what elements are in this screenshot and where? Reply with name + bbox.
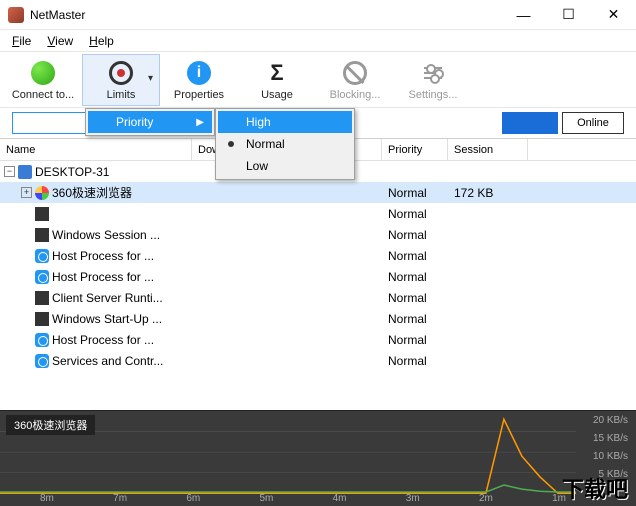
expand-icon[interactable]: + (21, 187, 32, 198)
table-row[interactable]: Local Security Aut...Normal (0, 371, 636, 373)
radio-dot-icon (228, 141, 234, 147)
context-menu-priority: High Normal Low (215, 108, 355, 180)
table-row[interactable]: +360极速浏览器 Normal172 KB (0, 182, 636, 203)
toolbar: Connect to... Limits ▾ i Properties Σ Us… (0, 52, 636, 108)
priority-value: Normal (382, 249, 448, 263)
window-controls: — ☐ ✕ (501, 0, 636, 30)
minimize-button[interactable]: — (501, 0, 546, 30)
table-row[interactable]: Host Process for ... Normal (0, 245, 636, 266)
chart-x-labels: 8m7m6m5m4m3m2m1m (40, 493, 566, 504)
menu-priority[interactable]: Priority ▶ (88, 111, 212, 133)
process-name: Host Process for ... (52, 249, 154, 263)
window-title: NetMaster (30, 8, 501, 22)
chart-y-labels: 20 KB/s15 KB/s10 KB/s5 KB/s (593, 415, 628, 487)
process-name: Windows Session ... (52, 228, 160, 242)
sigma-icon: Σ (270, 60, 283, 86)
titlebar: NetMaster — ☐ ✕ (0, 0, 636, 30)
process-icon (35, 186, 49, 200)
menubar: File View Help (0, 30, 636, 52)
process-icon (35, 291, 49, 305)
settings-icon (424, 67, 442, 79)
properties-button[interactable]: i Properties (160, 54, 238, 106)
blocking-icon (343, 61, 367, 85)
process-icon (35, 249, 49, 263)
blocking-button[interactable]: Blocking... (316, 54, 394, 106)
menu-high[interactable]: High (218, 111, 352, 133)
menu-low[interactable]: Low (218, 155, 352, 177)
process-name: Services and Contr... (52, 354, 163, 368)
collapse-icon[interactable]: − (4, 166, 15, 177)
close-button[interactable]: ✕ (591, 0, 636, 30)
computer-icon (18, 165, 32, 179)
process-icon (35, 354, 49, 368)
menu-view[interactable]: View (39, 32, 81, 50)
table-row[interactable]: Services and Contr... Normal (0, 350, 636, 371)
traffic-chart: 360极速浏览器 20 KB/s15 KB/s10 KB/s5 KB/s 8m7… (0, 410, 636, 506)
priority-value: Normal (382, 270, 448, 284)
limits-icon (109, 61, 133, 85)
priority-value: Normal (382, 186, 448, 200)
settings-button[interactable]: Settings... (394, 54, 472, 106)
table-body[interactable]: − DESKTOP-31 +360极速浏览器Normal172 KBNormal… (0, 161, 636, 373)
context-menu-limits: Priority ▶ (85, 108, 215, 136)
connect-button[interactable]: Connect to... (4, 54, 82, 106)
table-row[interactable]: Windows Session ... Normal (0, 224, 636, 245)
col-session[interactable]: Session (448, 139, 528, 160)
filter-online-segment[interactable]: Online (562, 112, 624, 134)
session-value: 172 KB (448, 186, 528, 200)
info-icon: i (187, 61, 211, 85)
process-icon (35, 228, 49, 242)
process-icon (35, 312, 49, 326)
table-row[interactable]: Host Process for ... Normal (0, 266, 636, 287)
menu-help[interactable]: Help (81, 32, 122, 50)
table-row[interactable]: Windows Start-Up ... Normal (0, 308, 636, 329)
usage-button[interactable]: Σ Usage (238, 54, 316, 106)
filter-active-segment[interactable] (502, 112, 558, 134)
table-row[interactable]: Host Process for ... Normal (0, 329, 636, 350)
process-name: 360极速浏览器 (52, 184, 132, 201)
process-name: Client Server Runti... (52, 291, 163, 305)
process-name: Host Process for ... (52, 333, 154, 347)
priority-value: Normal (382, 312, 448, 326)
process-icon (35, 207, 49, 221)
chart-title: 360极速浏览器 (6, 415, 95, 435)
limits-button[interactable]: Limits ▾ (82, 54, 160, 106)
priority-value: Normal (382, 333, 448, 347)
menu-file[interactable]: File (4, 32, 39, 50)
priority-value: Normal (382, 354, 448, 368)
priority-value: Normal (382, 207, 448, 221)
app-icon (8, 7, 24, 23)
col-priority[interactable]: Priority (382, 139, 448, 160)
priority-value: Normal (382, 291, 448, 305)
table-row[interactable]: Client Server Runti... Normal (0, 287, 636, 308)
table-row[interactable]: Normal (0, 203, 636, 224)
process-name: Host Process for ... (52, 270, 154, 284)
col-name[interactable]: Name (0, 139, 192, 160)
process-icon (35, 333, 49, 347)
connect-icon (31, 61, 55, 85)
menu-normal[interactable]: Normal (218, 133, 352, 155)
submenu-arrow-icon: ▶ (196, 117, 204, 128)
maximize-button[interactable]: ☐ (546, 0, 591, 30)
process-icon (35, 270, 49, 284)
priority-value: Normal (382, 228, 448, 242)
process-name: Windows Start-Up ... (52, 312, 162, 326)
root-label: DESKTOP-31 (35, 165, 109, 179)
dropdown-arrow-icon: ▾ (148, 73, 153, 84)
